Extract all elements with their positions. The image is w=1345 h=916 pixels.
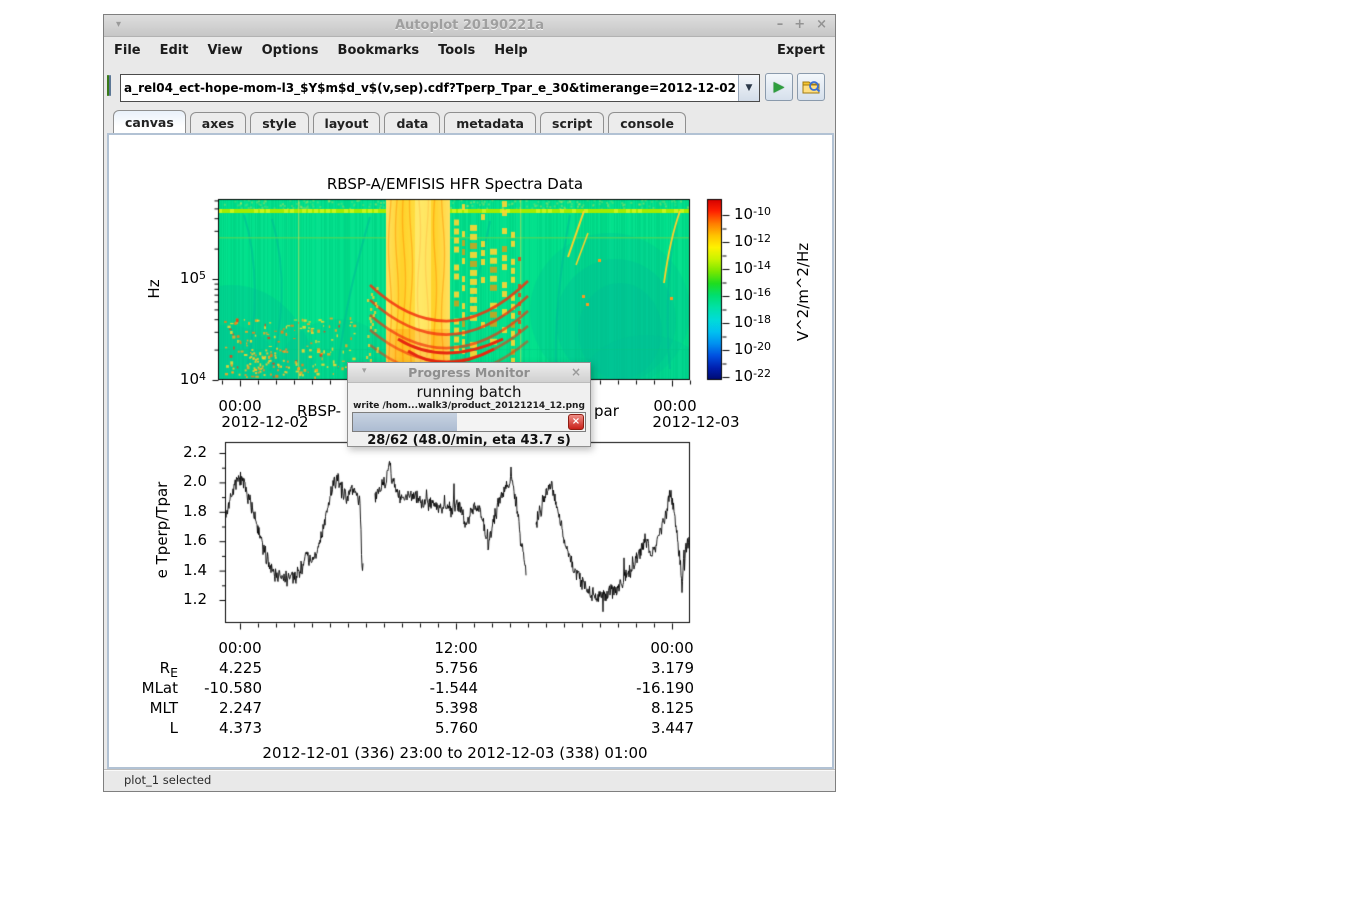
tab-script[interactable]: script [540, 112, 604, 134]
plot2-ytick-2: 2.0 [145, 472, 207, 491]
datasource-status-icons [107, 76, 117, 95]
go-button[interactable]: ▶ [765, 73, 793, 101]
colorbar-tick-10e-22: 10-22 [734, 367, 771, 386]
menu-view[interactable]: View [207, 43, 242, 58]
uri-dropdown-button[interactable]: ▼ [738, 75, 759, 101]
plot-canvas-panel[interactable]: RBSP-A/EMFISIS HFR Spectra Data Hz 10510… [107, 133, 834, 769]
ephemeris-R-col2: 3.179 [584, 659, 694, 678]
stop-button[interactable]: × [568, 414, 584, 430]
tab-style[interactable]: style [250, 112, 308, 134]
progress-dialog-titlebar[interactable]: ▾ Progress Monitor × [348, 363, 590, 383]
plot2-ytick-2.2: 2.2 [145, 443, 207, 462]
menu-help[interactable]: Help [494, 43, 527, 58]
ephemeris-MLT-col1: 5.398 [368, 699, 478, 718]
ephemeris-MLT-col2: 8.125 [584, 699, 694, 718]
ephemeris-R-col0: 4.225 [152, 659, 262, 678]
plot1-xtick-left-date: 2012-12-02 [221, 413, 308, 432]
ephemeris-MLat-col1: -1.544 [368, 679, 478, 698]
plot1-ytick-10e4: 104 [144, 370, 206, 389]
maximize-button[interactable]: + [794, 17, 805, 32]
expert-mode-label[interactable]: Expert [777, 43, 825, 58]
ephemeris-MLat-col2: -16.190 [584, 679, 694, 698]
menu-file[interactable]: File [114, 43, 141, 58]
plot2-title-fragment-right: par [594, 402, 619, 421]
tab-layout[interactable]: layout [313, 112, 381, 134]
progress-bar: × [352, 412, 586, 432]
plot1-ytick-10e5: 105 [144, 269, 206, 288]
plot2-xtick-0: 00:00 [218, 639, 261, 658]
colorbar-axis-label: V^2/m^2/Hz [794, 243, 812, 341]
progress-dialog-title: Progress Monitor [348, 365, 590, 380]
ephemeris-R-col1: 5.756 [368, 659, 478, 678]
status-bar: plot_1 selected [104, 769, 835, 791]
colorbar-tick-10e-18: 10-18 [734, 313, 771, 332]
uri-input[interactable] [121, 75, 738, 101]
close-button[interactable]: × [816, 17, 827, 32]
colorbar-tick-10e-12: 10-12 [734, 232, 771, 251]
window-title: Autoplot 20190221a [104, 18, 835, 33]
tab-console[interactable]: console [608, 112, 686, 134]
datasource-type-icon [109, 75, 111, 96]
colorbar-tick-10e-20: 10-20 [734, 340, 771, 359]
ephemeris-L-col1: 5.760 [368, 719, 478, 738]
status-text: plot_1 selected [124, 773, 211, 787]
dialog-close-icon[interactable]: × [571, 365, 581, 379]
window-shade-icon[interactable]: ▾ [116, 19, 121, 30]
plot2-ytick-1.8: 1.8 [145, 502, 207, 521]
menu-options[interactable]: Options [262, 43, 319, 58]
ephemeris-MLat-col0: -10.580 [152, 679, 262, 698]
colorbar-tick-10e-16: 10-16 [734, 286, 771, 305]
tab-bar: canvasaxesstylelayoutdatametadatascriptc… [104, 109, 835, 133]
progress-detail-label: write /hom...walk3/product_20121214_12.p… [348, 401, 590, 411]
inspect-uri-button[interactable] [797, 73, 825, 101]
play-icon: ▶ [774, 80, 785, 94]
plot1-xtick-right-date: 2012-12-03 [652, 413, 739, 432]
minimize-button[interactable]: – [777, 17, 784, 32]
menu-tools[interactable]: Tools [438, 43, 475, 58]
ephemeris-L-col0: 4.373 [152, 719, 262, 738]
colorbar-tick-10e-10: 10-10 [734, 205, 771, 224]
folder-magnifier-icon [802, 79, 821, 95]
plot1-title: RBSP-A/EMFISIS HFR Spectra Data [327, 175, 583, 194]
progress-task-label: running batch [348, 384, 590, 401]
menu-bar: File Edit View Options Bookmarks Tools Help Ex… [104, 37, 835, 63]
colorbar-tick-10e-14: 10-14 [734, 259, 771, 278]
ephemeris-MLT-col0: 2.247 [152, 699, 262, 718]
plot2-ytick-1.4: 1.4 [145, 561, 207, 580]
plot2-ytick-1.2: 1.2 [145, 590, 207, 609]
progress-monitor-dialog[interactable]: ▾ Progress Monitor × running batch write… [347, 362, 591, 447]
window-titlebar[interactable]: ▾ Autoplot 20190221a – + × [104, 15, 835, 37]
tab-metadata[interactable]: metadata [444, 112, 536, 134]
progress-bar-fill [353, 413, 457, 431]
uri-combo-box: ▼ [120, 74, 760, 102]
menu-edit[interactable]: Edit [160, 43, 189, 58]
timerange-footer: 2012-12-01 (336) 23:00 to 2012-12-03 (33… [262, 744, 647, 763]
plot2-title-fragment-left: RBSP- [297, 402, 341, 421]
tab-data[interactable]: data [384, 112, 440, 134]
dialog-shade-icon[interactable]: ▾ [362, 366, 367, 376]
plot2-ytick-1.6: 1.6 [145, 531, 207, 550]
menu-bookmarks[interactable]: Bookmarks [338, 43, 420, 58]
plot2-xtick-2: 00:00 [650, 639, 693, 658]
tab-canvas[interactable]: canvas [113, 110, 186, 133]
plot2-xtick-1: 12:00 [434, 639, 477, 658]
progress-status-label: 28/62 (48.0/min, eta 43.7 s) [348, 433, 590, 448]
address-row: ▼ ▶ [104, 63, 835, 109]
tab-axes[interactable]: axes [190, 112, 246, 134]
ephemeris-L-col2: 3.447 [584, 719, 694, 738]
